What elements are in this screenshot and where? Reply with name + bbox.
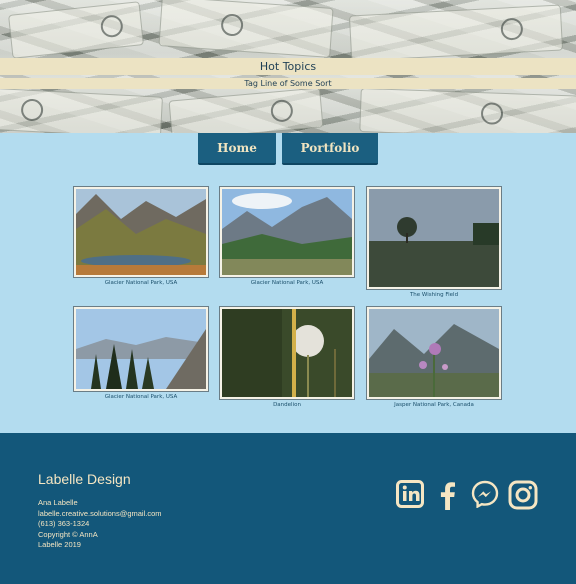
banknote-decoration (348, 4, 564, 62)
gallery-caption: Glacier National Park, USA (104, 394, 178, 400)
site-title: Hot Topics (0, 58, 576, 75)
banknote-decoration (0, 87, 163, 133)
wishing-field-photo (369, 189, 499, 287)
contact-phone: (613) 363-1324 (38, 519, 90, 528)
site-tagline: Tag Line of Some Sort (0, 78, 576, 89)
gallery-caption: Jasper National Park, Canada (394, 402, 474, 408)
gallery-photo[interactable] (367, 307, 501, 399)
forest-peaks-photo (76, 309, 206, 389)
gallery-item[interactable]: Glacier National Park, USA (220, 187, 354, 286)
footer-brand: Labelle Design (38, 471, 131, 487)
valley-photo (222, 189, 352, 275)
messenger-icon[interactable] (471, 480, 499, 508)
main-nav: Home Portfolio (0, 133, 576, 165)
thistle-photo (369, 309, 499, 397)
gallery-caption: The Wishing Field (409, 292, 459, 298)
contact-email[interactable]: labelle.creative.solutions@gmail.com (38, 509, 162, 520)
mountain-lake-photo (76, 189, 206, 275)
gallery-caption: Dandelion (273, 402, 301, 408)
gallery-photo[interactable] (220, 307, 354, 399)
nav-portfolio-button[interactable]: Portfolio (282, 133, 378, 165)
gallery-item[interactable]: Glacier National Park, USA (74, 307, 208, 400)
contact-info: Ana Labelle labelle.creative.solutions@g… (38, 498, 162, 551)
gallery-caption: Glacier National Park, USA (104, 280, 178, 286)
gallery-photo[interactable] (74, 307, 208, 391)
gallery-item[interactable]: Dandelion (220, 307, 354, 408)
gallery-caption: Glacier National Park, USA (250, 280, 324, 286)
banknote-decoration (158, 0, 334, 58)
gallery-photo[interactable] (74, 187, 208, 277)
linkedin-icon[interactable] (396, 480, 424, 508)
copyright-text: Copyright © AnnA (38, 529, 98, 539)
gallery-item[interactable]: Jasper National Park, Canada (367, 307, 501, 408)
facebook-icon[interactable] (436, 480, 458, 510)
banknote-decoration (168, 87, 324, 133)
banknote-decoration (359, 87, 576, 133)
nav-home-button[interactable]: Home (198, 133, 276, 165)
instagram-icon[interactable] (508, 480, 538, 510)
dandelion-photo (222, 309, 352, 397)
site-footer: Labelle Design Ana Labelle labelle.creat… (0, 433, 576, 584)
gallery-photo[interactable] (220, 187, 354, 277)
copyright-year: Labelle 2019 (38, 540, 81, 549)
gallery-item[interactable]: Glacier National Park, USA (74, 187, 208, 286)
contact-name: Ana Labelle (38, 498, 78, 507)
banknote-decoration (8, 1, 144, 59)
gallery-item[interactable]: The Wishing Field (367, 187, 501, 298)
gallery-photo[interactable] (367, 187, 501, 289)
